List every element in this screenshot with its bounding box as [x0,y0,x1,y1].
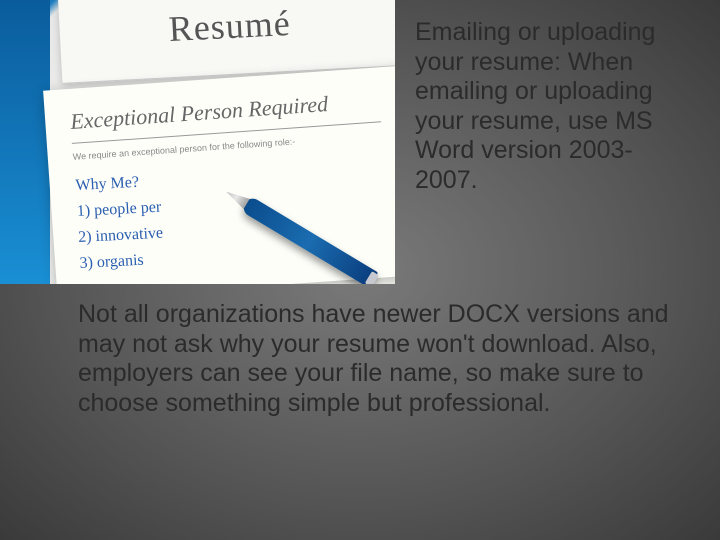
slide: Resumé Exceptional Person Required We re… [0,0,720,540]
body-text-right: Emailing or uploading your resume: When … [415,18,675,195]
job-listing-paper: Exceptional Person Required We require a… [43,66,395,284]
body-text-bottom: Not all organizations have newer DOCX ve… [78,300,673,418]
resume-title-text: Resumé [79,0,381,55]
blue-background-strip [0,0,50,284]
resume-image: Resumé Exceptional Person Required We re… [0,0,395,284]
